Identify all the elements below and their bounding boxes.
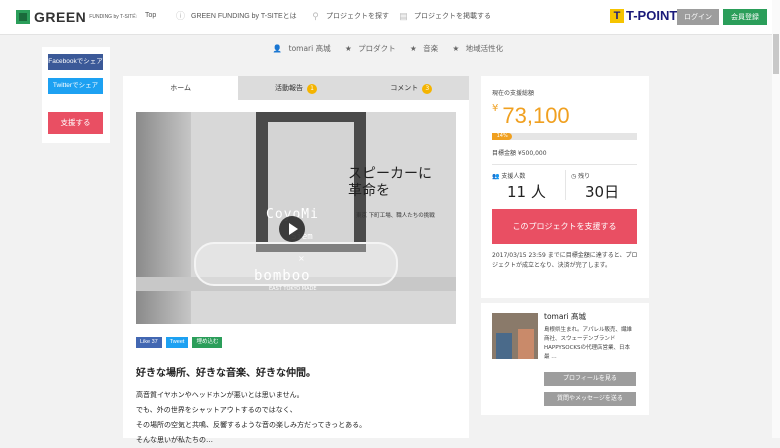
green-funding-logo[interactable]: GREEN FUNDING by T-SITE [16, 9, 136, 25]
facebook-like-button[interactable]: Like 37 [136, 337, 162, 348]
tag-regional[interactable]: ★ 地域活性化 [453, 44, 508, 53]
owner-name[interactable]: tomari 髙城 [544, 311, 586, 322]
divider [492, 164, 637, 165]
days-left: 30日 [585, 183, 620, 201]
twitter-share-button[interactable]: Twitterでシェア [48, 78, 103, 94]
tab-home[interactable]: ホーム [123, 76, 239, 100]
currency-symbol: ¥ [492, 103, 499, 114]
progress-fill: 14% [492, 133, 513, 140]
social-buttons: Like 37 Tweet 埋め込む [136, 337, 223, 348]
backers-count: 11 人 [507, 183, 546, 201]
tag-product-label: プロダクト [358, 44, 396, 53]
tab-activity-label: 活動報告 [274, 84, 303, 92]
nav-about[interactable]: ⓘ GREEN FUNDING by T-SITEとは [176, 11, 297, 21]
logo-subtitle: FUNDING by T-SITE [89, 14, 136, 20]
tag-regional-label: 地域活性化 [465, 44, 504, 53]
scrollbar-thumb[interactable] [773, 34, 779, 74]
hero-title-line1: スピーカーに [348, 166, 432, 182]
login-button[interactable]: ログイン [677, 9, 719, 25]
tab-activity-report[interactable]: 活動報告 1 [238, 76, 354, 100]
description-line: でも、外の世界をシャットアウトするのではなく、 [136, 406, 297, 414]
tag-product[interactable]: ★ プロダクト [345, 44, 400, 53]
hero-subtitle: 東京 下町工場、職人たちの挑戦 [356, 213, 435, 219]
deadline-note: 2017/03/15 23:59 までに目標金額に達すると、プロジェクトが成立と… [492, 252, 638, 269]
tweet-button[interactable]: Tweet [165, 337, 189, 348]
hero-logo-bottom-sub: EAST TOKYO MADE [269, 286, 317, 292]
comment-count-badge: 3 [422, 84, 433, 94]
project-tabs: ホーム 活動報告 1 コメント 3 [123, 76, 469, 100]
play-icon[interactable] [279, 216, 305, 242]
top-header: GREEN FUNDING by T-SITE ⌂ Top ⓘ GREEN FU… [0, 0, 780, 35]
nav-post-project[interactable]: ▤ プロジェクトを掲載する [399, 11, 491, 21]
document-icon: ▤ [399, 10, 408, 21]
logo-text: GREEN [34, 9, 87, 25]
facebook-share-button[interactable]: Facebookでシェア [48, 54, 103, 70]
hero-title: スピーカーに 革命を [348, 166, 438, 200]
hero-logo-bottom: bomboo [254, 268, 311, 284]
stat-divider [565, 170, 566, 200]
nav-search-label: プロジェクトを探す [326, 13, 389, 20]
amount-label: 現在の支援総額 [492, 90, 535, 97]
progress-bar: 14% [492, 133, 637, 140]
backers-label: 👥 支援人数 [492, 173, 526, 180]
hero-background-plant [136, 112, 191, 324]
support-button-small[interactable]: 支援する [48, 112, 103, 134]
description-line: その場所の空気と共鳴、反響するような音の楽しみ方だってきっとある。 [136, 421, 367, 429]
project-description: 高音質イヤホンやヘッドホンが悪いとは思いません。 でも、外の世界をシャットアウト… [136, 388, 366, 448]
project-tags: 👤 tomari 髙城 ★ プロダクト ★ 音楽 ★ 地域活性化 [0, 43, 780, 54]
tpoint-text: T-POINT [626, 8, 678, 23]
project-lead: 好きな場所、好きな音楽、好きな仲間。 [136, 368, 316, 379]
nav-post-label: プロジェクトを掲載する [414, 13, 491, 20]
hero-title-line2: 革命を [348, 183, 390, 199]
info-icon: ⓘ [176, 10, 186, 21]
description-line: そんな思いが私たちの… [136, 436, 213, 444]
tab-comments[interactable]: コメント 3 [353, 76, 469, 100]
tpoint-icon: T [610, 8, 624, 23]
home-icon: ⌂ [131, 10, 138, 20]
tab-home-label: ホーム [170, 84, 192, 92]
tag-music[interactable]: ★ 音楽 [410, 44, 442, 53]
current-amount: ¥73,100 [492, 103, 570, 129]
owner-bio: 島根県生まれ。アパレル販売、繊維商社、スウェーデンブランドHAPPYSOCKSの… [544, 327, 632, 360]
owner-panel: tomari 髙城 島根県生まれ。アパレル販売、繊維商社、スウェーデンブランドH… [481, 303, 649, 415]
nav-top[interactable]: ⌂ Top [130, 10, 157, 20]
register-button[interactable]: 会員登録 [723, 9, 767, 25]
nav-about-label: GREEN FUNDING by T-SITEとは [191, 13, 297, 20]
tab-comments-label: コメント [390, 84, 419, 92]
hero-logo-x: × [298, 254, 305, 263]
avatar[interactable] [492, 313, 538, 359]
tag-owner-label: tomari 髙城 [288, 44, 331, 53]
tag-owner[interactable]: 👤 tomari 髙城 [273, 44, 335, 53]
project-video[interactable]: スピーカーに 革命を 東京 下町工場、職人たちの挑戦 CoyoMi Siem ×… [136, 112, 456, 324]
nav-top-label: Top [145, 12, 157, 19]
nav-search-projects[interactable]: ⚲ プロジェクトを探す [311, 11, 389, 21]
amount-value: 73,100 [502, 103, 570, 128]
send-message-button[interactable]: 質問やメッセージを送る [544, 392, 636, 406]
description-line: 高音質イヤホンやヘッドホンが悪いとは思いません。 [136, 391, 304, 399]
embed-button[interactable]: 埋め込む [192, 337, 223, 348]
view-profile-button[interactable]: プロフィールを見る [544, 372, 636, 386]
tag-music-label: 音楽 [423, 44, 439, 53]
activity-count-badge: 1 [306, 84, 317, 94]
logo-icon [16, 10, 30, 24]
days-left-label: ◷ 残り [571, 173, 591, 180]
project-main: ホーム 活動報告 1 コメント 3 スピーカーに 革命を 東京 下町工場、職人たちの… [123, 76, 469, 444]
funding-panel: 現在の支援総額 ¥73,100 14% 目標金額 ¥500,000 👥 支援人数… [481, 76, 649, 298]
days-left-label-text: 残り [578, 173, 591, 180]
share-panel: Facebookでシェア Twitterでシェア 支援する [42, 47, 110, 143]
target-amount: 目標金額 ¥500,000 [492, 150, 547, 157]
search-icon: ⚲ [312, 10, 319, 21]
tpoint-logo[interactable]: T T-POINT [610, 8, 677, 23]
support-project-button[interactable]: このプロジェクトを支援する [492, 209, 637, 244]
backers-label-text: 支援人数 [501, 173, 526, 180]
